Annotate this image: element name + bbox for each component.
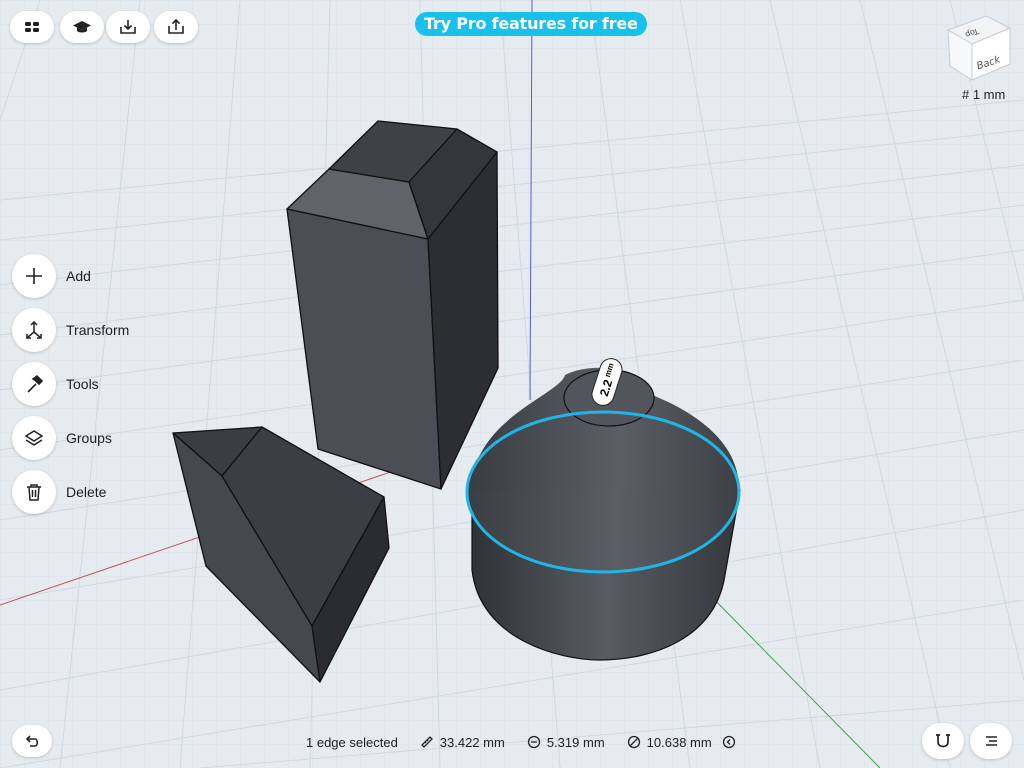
snap-button[interactable]	[922, 723, 964, 759]
selection-status-bar: 1 edge selected 33.422 mm 5.319 mm 10.63…	[306, 733, 742, 751]
try-pro-banner[interactable]: Try Pro features for free	[415, 12, 647, 36]
side-menu-add[interactable]: Add	[12, 254, 91, 298]
delete-button[interactable]	[12, 470, 56, 514]
transform-button[interactable]	[12, 308, 56, 352]
grid-scale-label: # 1 mm	[962, 87, 1006, 102]
diameter-icon	[627, 735, 640, 749]
side-menu-transform[interactable]: Transform	[12, 308, 129, 352]
tools-button[interactable]	[12, 362, 56, 406]
side-menu-label: Tools	[66, 376, 99, 392]
trash-icon	[27, 484, 41, 501]
menu-button[interactable]	[10, 11, 54, 43]
grid-menu-icon	[25, 22, 39, 32]
ruler-icon	[420, 736, 433, 748]
transform-icon	[26, 320, 42, 339]
side-menu-groups[interactable]: Groups	[12, 416, 112, 460]
groups-button[interactable]	[12, 416, 56, 460]
side-menu-label: Transform	[66, 322, 130, 338]
side-menu-label: Add	[66, 268, 91, 284]
import-icon	[120, 20, 136, 34]
3d-viewport[interactable]: 2.2 mm Top Back	[0, 0, 1024, 768]
radius-icon	[527, 735, 540, 749]
share-icon	[168, 18, 184, 34]
radius-value: 5.319 mm	[546, 734, 605, 750]
side-menu-label: Delete	[66, 484, 107, 500]
add-button[interactable]	[12, 254, 56, 298]
learn-button[interactable]	[60, 11, 104, 43]
layers-icon	[24, 430, 44, 446]
collapse-chevron-icon[interactable]	[722, 735, 736, 749]
side-menu-label: Groups	[66, 430, 112, 446]
hammer-icon	[27, 374, 44, 393]
diameter-value: 10.638 mm	[646, 734, 712, 750]
side-menu-delete[interactable]: Delete	[12, 470, 106, 514]
undo-button[interactable]	[12, 725, 52, 757]
magnet-icon	[936, 734, 950, 748]
side-menu-tools[interactable]: Tools	[12, 362, 99, 406]
undo-icon	[25, 735, 39, 747]
plus-icon	[26, 268, 42, 284]
graduation-cap-icon	[73, 21, 91, 33]
list-icon	[986, 736, 997, 746]
import-button[interactable]	[106, 11, 150, 43]
length-value: 33.422 mm	[439, 734, 505, 750]
share-button[interactable]	[154, 11, 198, 43]
scene-list-button[interactable]	[970, 723, 1012, 759]
selection-count: 1 edge selected	[306, 734, 398, 750]
